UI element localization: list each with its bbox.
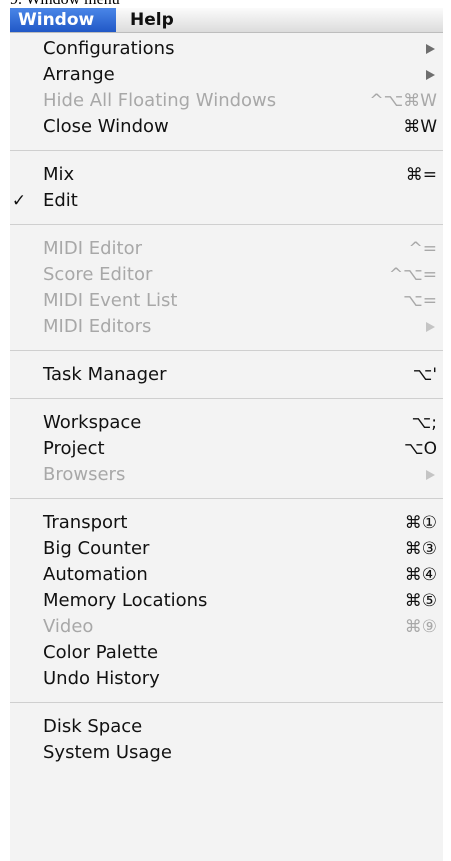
menu-item-shortcut: ⌘⑤ [404, 591, 437, 611]
menu-item-label: Color Palette [43, 642, 159, 663]
submenu-arrow-icon [426, 44, 435, 54]
menu-item-shortcut: ⌘① [404, 513, 437, 533]
menu-item-video: Video ⌘⑨ [10, 614, 443, 640]
menu-item-label: Edit [43, 190, 78, 211]
menu-item-close-window[interactable]: Close Window ⌘W [10, 114, 443, 140]
menu-item-shortcut: ⌘⑨ [404, 617, 437, 637]
menu-item-label: Configurations [43, 38, 175, 59]
menu-item-shortcut: ⌥; [411, 413, 437, 433]
menu-item-label: Score Editor [43, 264, 153, 285]
submenu-arrow-icon [426, 470, 435, 480]
menu-item-shortcut: ⌘W [403, 117, 437, 137]
menu-item-label: System Usage [43, 742, 172, 763]
menu-separator [10, 702, 443, 703]
menu-item-label: MIDI Editors [43, 316, 152, 337]
menu-item-midi-editors: MIDI Editors [10, 314, 443, 340]
menu-item-shortcut: ⌥O [404, 439, 437, 459]
menu-item-configurations[interactable]: Configurations [10, 36, 443, 62]
menu-item-label: Mix [43, 164, 75, 185]
menu-bar: Window Help [10, 8, 443, 33]
menu-item-color-palette[interactable]: Color Palette [10, 640, 443, 666]
window-menu-dropdown: Configurations Arrange Hide All Floating W… [10, 33, 443, 861]
menu-item-label: MIDI Event List [43, 290, 178, 311]
menu-item-shortcut: ⌥' [412, 365, 437, 385]
menu-item-shortcut: ⌥= [403, 291, 437, 311]
menu-item-shortcut: ^⌥⌘W [369, 91, 437, 111]
menu-item-shortcut: ⌘③ [404, 539, 437, 559]
menu-item-shortcut: ^⌥= [388, 265, 437, 285]
menu-item-label: Arrange [43, 64, 115, 85]
menu-item-shortcut: ^= [408, 239, 438, 259]
checkmark-icon: ✓ [11, 191, 27, 211]
menu-item-label: Workspace [43, 412, 142, 433]
menu-item-browsers: Browsers [10, 462, 443, 488]
menu-item-shortcut: ⌘= [405, 165, 437, 185]
menu-item-label: Automation [43, 564, 148, 585]
menu-item-automation[interactable]: Automation ⌘④ [10, 562, 443, 588]
menu-separator [10, 150, 443, 151]
menu-item-midi-event-list: MIDI Event List ⌥= [10, 288, 443, 314]
menu-item-label: Transport [43, 512, 128, 533]
figure-caption: 9. Window menu [10, 0, 120, 8]
menu-item-task-manager[interactable]: Task Manager ⌥' [10, 362, 443, 388]
menu-item-project[interactable]: Project ⌥O [10, 436, 443, 462]
menu-item-mix[interactable]: Mix ⌘= [10, 162, 443, 188]
menu-window[interactable]: Window [10, 8, 116, 32]
submenu-arrow-icon [426, 70, 435, 80]
menu-item-label: Undo History [43, 668, 160, 689]
menu-item-undo-history[interactable]: Undo History [10, 666, 443, 692]
menu-item-label: Hide All Floating Windows [43, 90, 277, 111]
submenu-arrow-icon [426, 322, 435, 332]
menu-item-edit[interactable]: ✓ Edit [10, 188, 443, 214]
menu-item-arrange[interactable]: Arrange [10, 62, 443, 88]
menu-item-label: Project [43, 438, 105, 459]
menu-item-memory-locations[interactable]: Memory Locations ⌘⑤ [10, 588, 443, 614]
menu-separator [10, 398, 443, 399]
menu-help[interactable]: Help [130, 8, 174, 32]
menu-item-transport[interactable]: Transport ⌘① [10, 510, 443, 536]
menu-item-big-counter[interactable]: Big Counter ⌘③ [10, 536, 443, 562]
menu-separator [10, 224, 443, 225]
menu-item-label: Disk Space [43, 716, 143, 737]
menu-item-label: Task Manager [43, 364, 167, 385]
menu-item-workspace[interactable]: Workspace ⌥; [10, 410, 443, 436]
menu-item-score-editor: Score Editor ^⌥= [10, 262, 443, 288]
menu-item-hide-all-floating-windows: Hide All Floating Windows ^⌥⌘W [10, 88, 443, 114]
menu-item-label: Video [43, 616, 94, 637]
menu-item-label: Memory Locations [43, 590, 208, 611]
menu-separator [10, 498, 443, 499]
menu-separator [10, 350, 443, 351]
menu-item-shortcut: ⌘④ [404, 565, 437, 585]
menu-item-label: MIDI Editor [43, 238, 142, 259]
menu-item-label: Browsers [43, 464, 126, 485]
menu-item-label: Close Window [43, 116, 169, 137]
menu-item-system-usage[interactable]: System Usage [10, 740, 443, 766]
menu-item-disk-space[interactable]: Disk Space [10, 714, 443, 740]
menu-item-midi-editor: MIDI Editor ^= [10, 236, 443, 262]
menu-item-label: Big Counter [43, 538, 150, 559]
